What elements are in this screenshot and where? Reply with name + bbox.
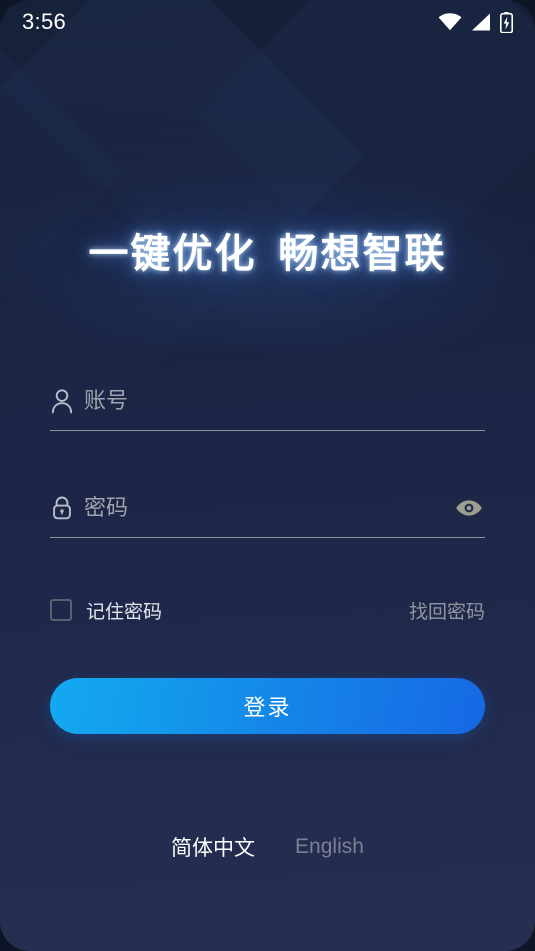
status-bar-icons — [438, 11, 513, 33]
account-field[interactable] — [50, 372, 485, 431]
forgot-password-link[interactable]: 找回密码 — [409, 597, 485, 624]
battery-charging-icon — [500, 11, 513, 33]
status-bar-clock: 3:56 — [22, 9, 67, 34]
login-button[interactable]: 登录 — [50, 678, 485, 734]
person-icon — [50, 388, 80, 414]
slogan-part-1: 一键优化 — [88, 232, 257, 276]
password-input[interactable] — [80, 488, 447, 528]
eye-icon — [455, 499, 483, 517]
remember-password-label: 记住密码 — [86, 601, 163, 623]
slogan-part-2: 畅想智联 — [278, 232, 447, 276]
password-visibility-toggle-button[interactable] — [447, 499, 485, 517]
language-switcher: 简体中文 English — [0, 832, 535, 862]
language-option-english[interactable]: English — [295, 835, 364, 859]
background-shape-3 — [0, 0, 124, 407]
checkbox-box-icon[interactable] — [50, 599, 72, 621]
background-shape-4 — [196, 0, 535, 347]
wifi-icon — [438, 13, 462, 31]
status-bar: 3:56 — [0, 0, 535, 44]
background-shape-2 — [3, 0, 535, 384]
login-screen: 3:56 一键优化 畅想智联 账号 记住密码 找回密码 登录 简体中文 Engl… — [0, 0, 535, 951]
account-input[interactable] — [80, 381, 485, 421]
remember-password-checkbox[interactable]: 记住密码 — [50, 597, 162, 624]
app-slogan: 一键优化 畅想智联 — [0, 232, 535, 276]
cellular-signal-icon — [471, 13, 491, 31]
login-form — [50, 372, 485, 538]
lock-icon — [50, 495, 80, 521]
login-options-row: 记住密码 找回密码 — [50, 592, 485, 628]
language-option-chinese[interactable]: 简体中文 — [171, 832, 255, 862]
password-field[interactable] — [50, 479, 485, 538]
